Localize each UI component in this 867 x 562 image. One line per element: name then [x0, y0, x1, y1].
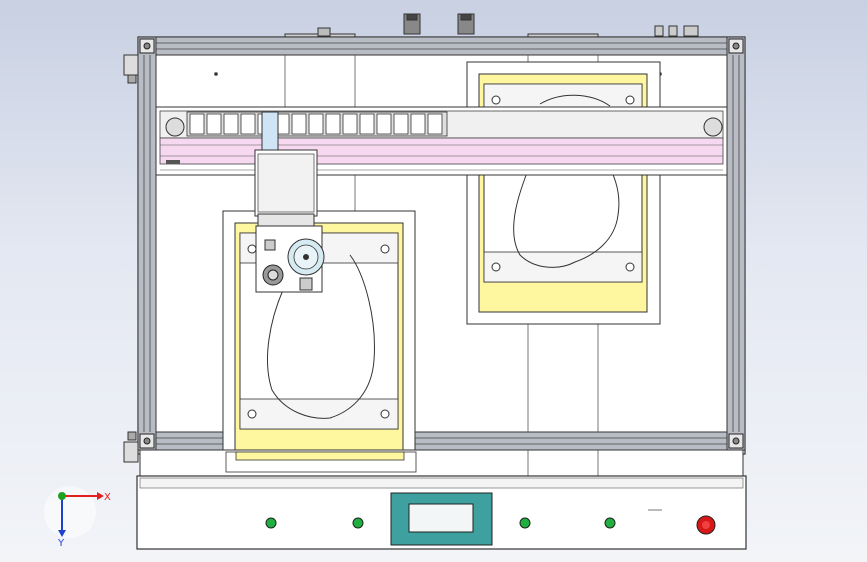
indicator-light[interactable] — [352, 517, 364, 529]
y-axis-label: Y — [57, 538, 65, 549]
indicator-light[interactable] — [519, 517, 531, 529]
indicator-light[interactable] — [604, 517, 616, 529]
cable-chain — [186, 111, 448, 137]
right-work-bed — [466, 61, 661, 325]
cad-viewport[interactable]: X Y — [0, 0, 867, 562]
top-fittings — [284, 13, 699, 39]
coordinate-triad: X Y — [44, 486, 111, 549]
x-axis-label: X — [104, 492, 111, 503]
emergency-stop-button[interactable] — [696, 515, 716, 535]
touch-display[interactable] — [390, 492, 493, 546]
machine-drawing: X Y — [44, 13, 747, 550]
lower-support — [139, 449, 744, 477]
indicator-light[interactable] — [265, 517, 277, 529]
